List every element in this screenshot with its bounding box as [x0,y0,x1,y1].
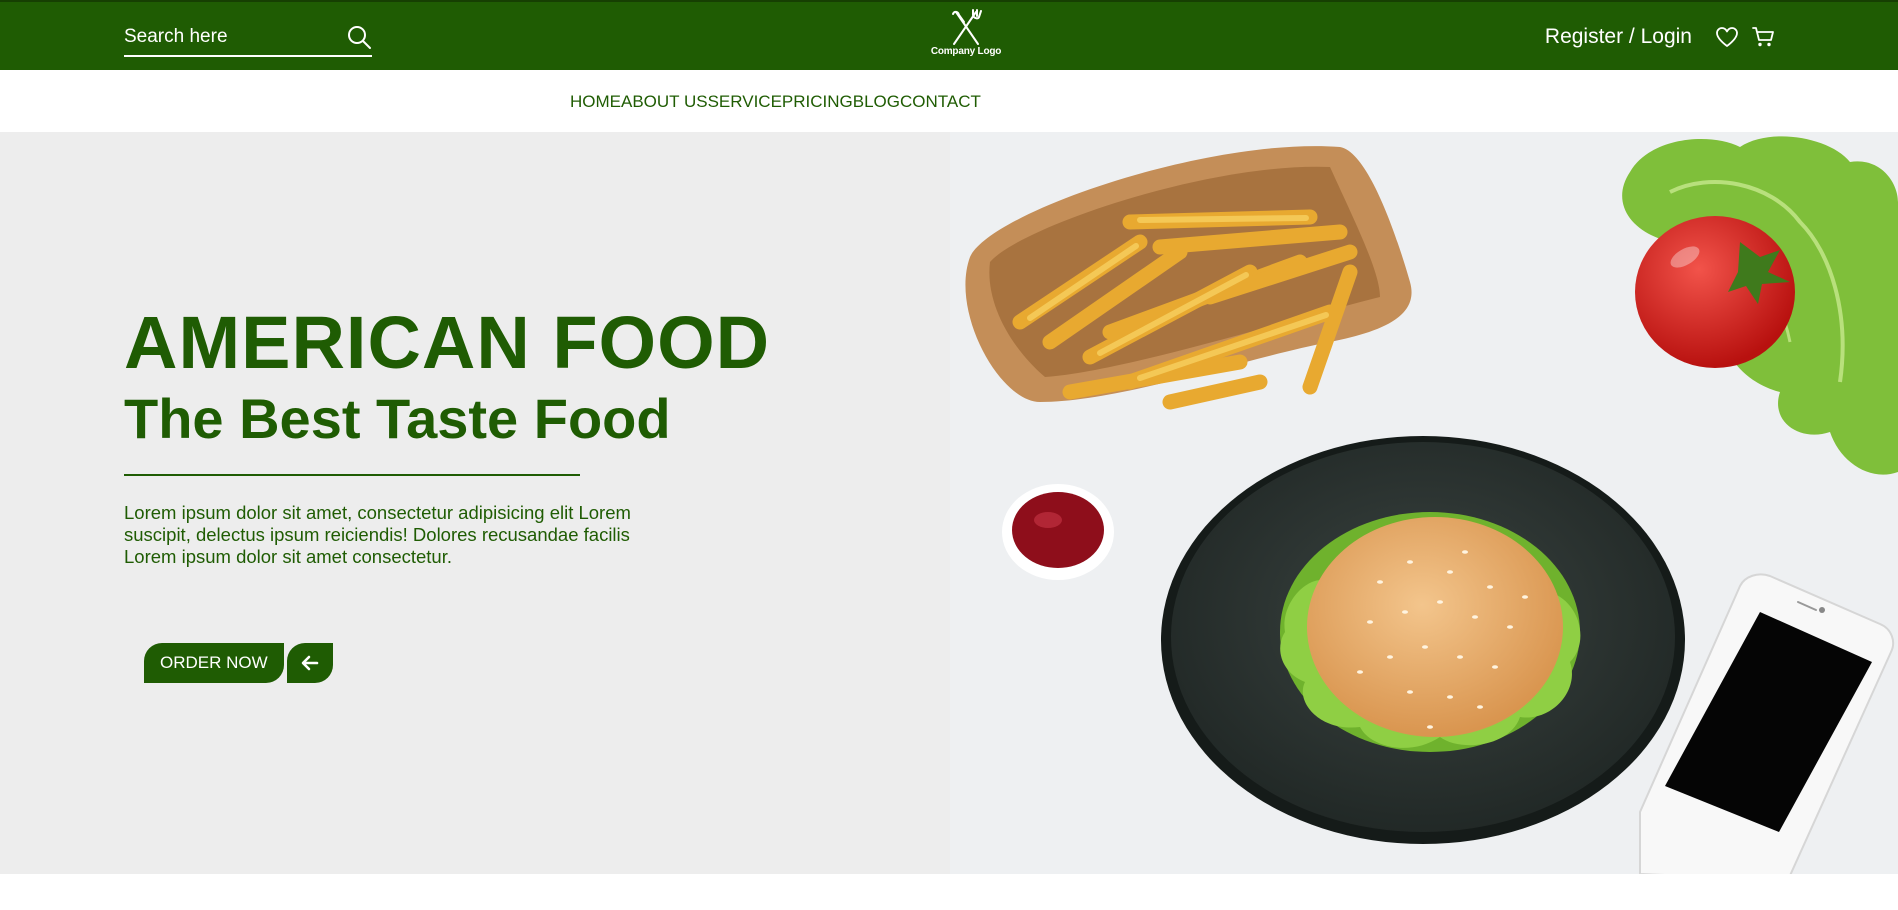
fries-box-shape [965,146,1412,410]
order-arrow-button[interactable] [287,643,333,683]
logo-text: Company Logo [930,46,1002,57]
nav-item-service[interactable]: SERVICE [708,92,782,111]
ketchup-dish-shape [1002,484,1114,580]
hero-description: Lorem ipsum dolor sit amet, consectetur … [124,502,631,567]
company-logo[interactable]: Company Logo [926,8,1006,64]
hero-food-image [950,132,1898,874]
search-box [124,21,372,57]
tomato-shape [1635,216,1795,368]
nav-list: HOME ABOUT US SERVICE PRICING BLOG CONTA… [570,92,981,112]
burger-shape [1280,512,1581,752]
nav-item-blog[interactable]: BLOG [853,92,900,111]
search-icon[interactable] [346,24,372,50]
main-nav: HOME ABOUT US SERVICE PRICING BLOG CONTA… [0,70,1898,132]
arrow-left-icon [301,655,319,671]
nav-item-home[interactable]: HOME [570,92,621,111]
nav-item-contact[interactable]: CONTACT [900,92,981,111]
register-login-link[interactable]: Register / Login [1545,25,1692,49]
nav-item-pricing[interactable]: PRICING [782,92,853,111]
food-illustration [965,136,1898,874]
hero-divider [124,474,580,476]
order-now-button[interactable]: ORDER NOW [144,643,284,683]
top-header: Company Logo Register / Login [0,0,1898,70]
account-area: Register / Login [1545,22,1776,52]
fork-knife-icon [952,9,982,45]
hero-section: AMERICAN FOOD The Best Taste Food Lorem … [0,132,1898,874]
search-input[interactable] [124,21,339,53]
heart-icon[interactable] [1714,24,1740,50]
nav-item-about-us[interactable]: ABOUT US [621,92,708,111]
hero-subtitle: The Best Taste Food [124,387,671,450]
hero-title: AMERICAN FOOD [124,301,771,384]
cart-icon[interactable] [1750,24,1776,50]
